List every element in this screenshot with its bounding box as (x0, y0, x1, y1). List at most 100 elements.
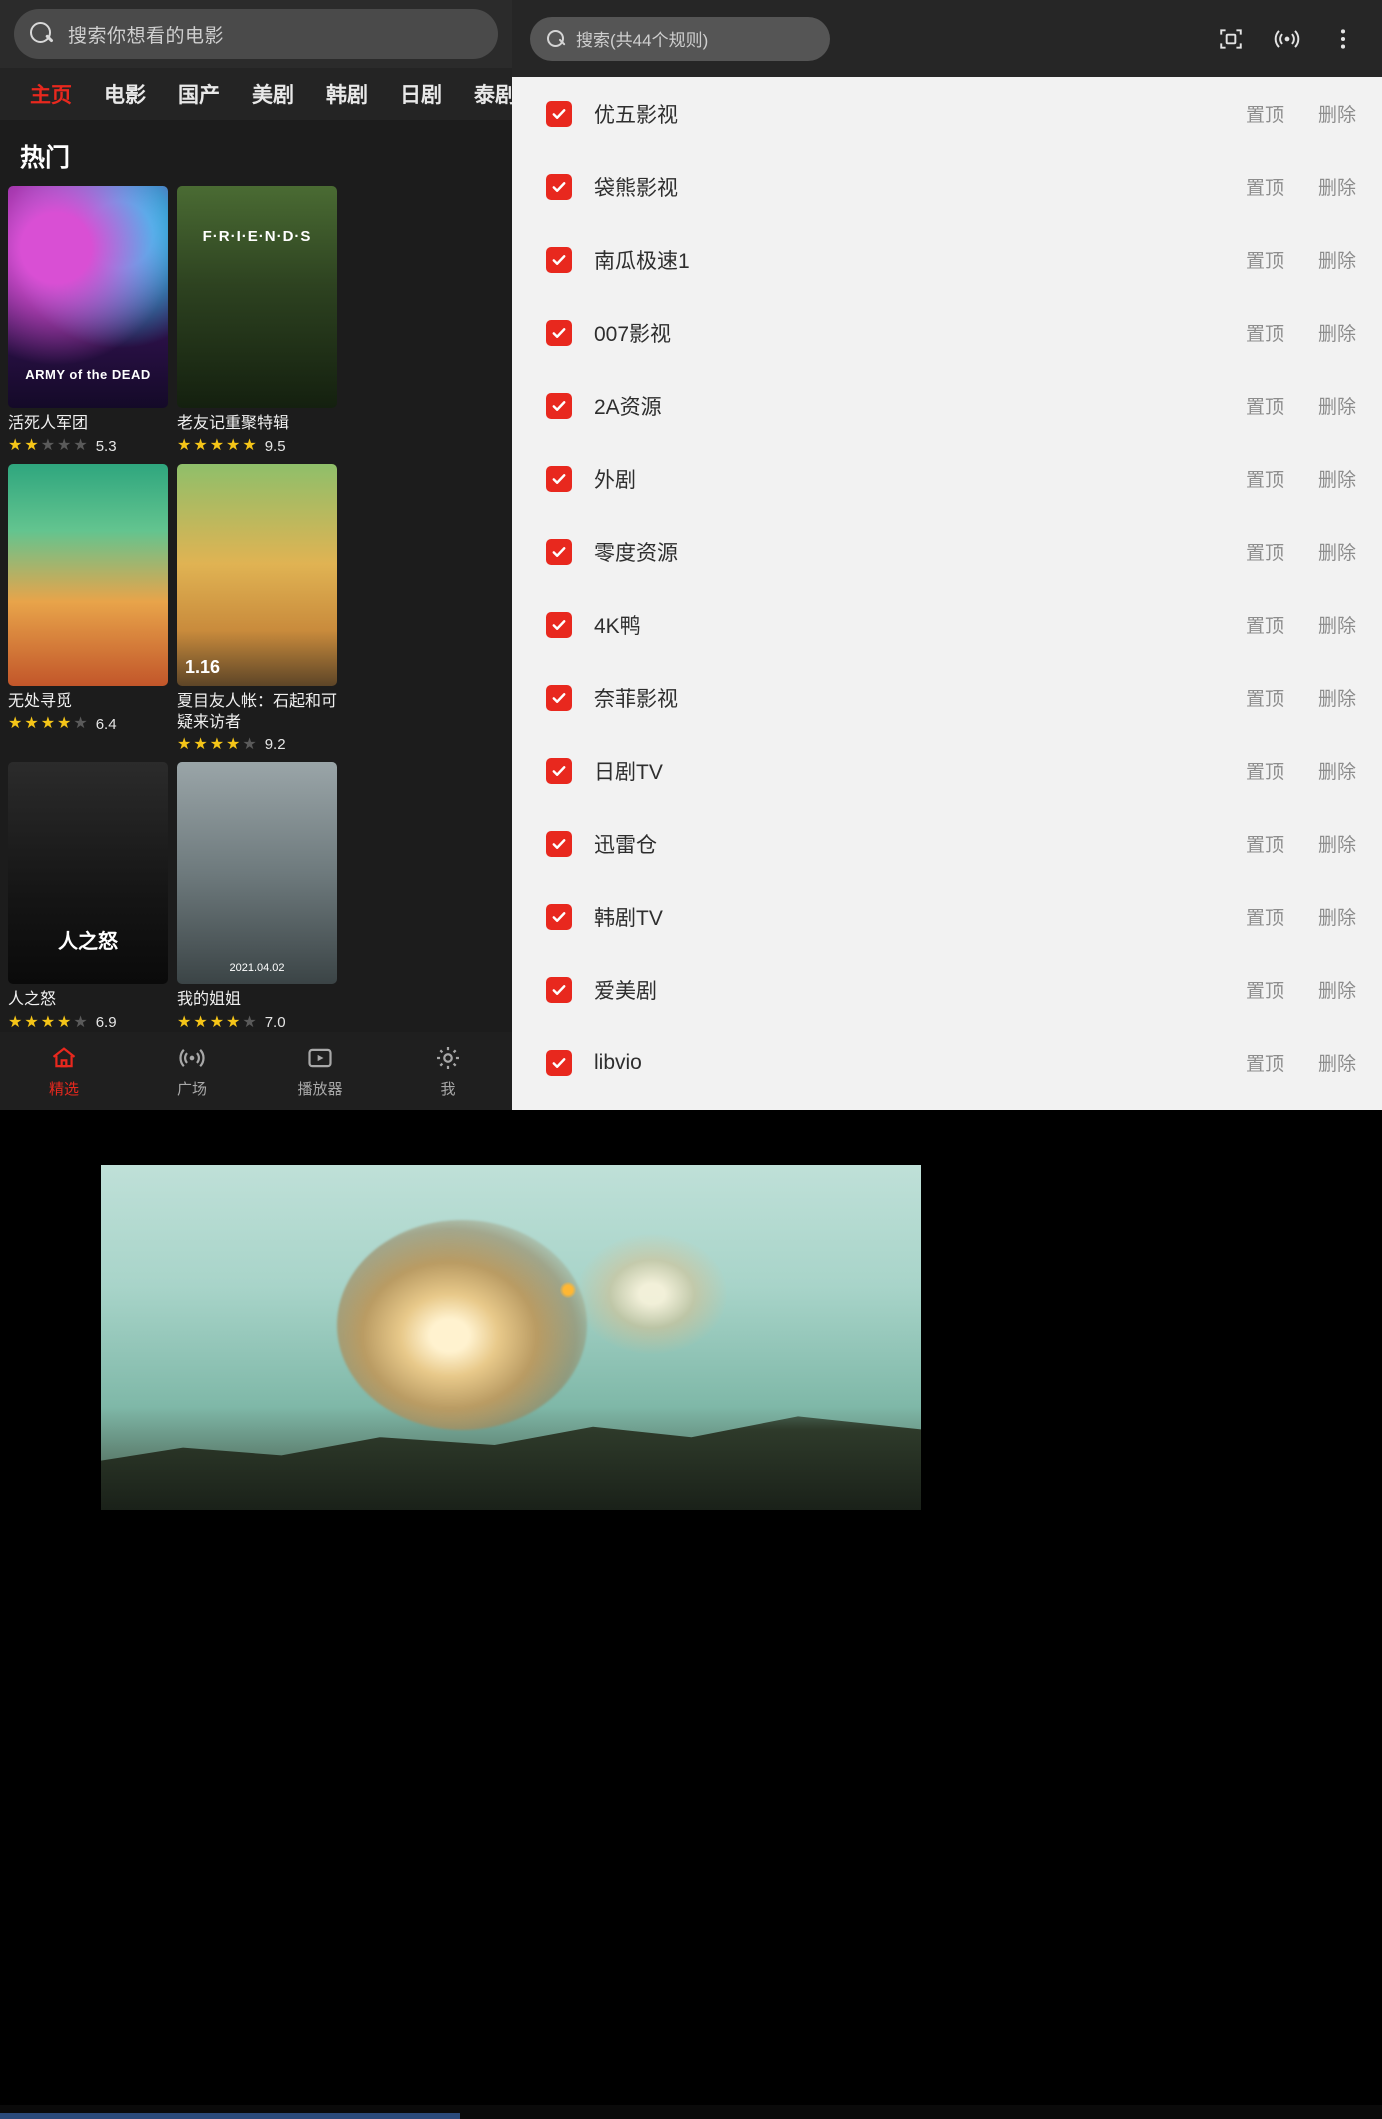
rule-checkbox[interactable] (546, 1050, 572, 1076)
rule-row-actions: 置顶 删除 (1246, 173, 1356, 200)
movie-card[interactable]: 活死人军团★★★★★5.3 (8, 186, 168, 455)
pin-to-top-button[interactable]: 置顶 (1246, 173, 1284, 200)
rule-search-input[interactable]: 搜索(共44个规则) (530, 17, 830, 61)
movie-poster[interactable] (8, 762, 168, 984)
tab-3[interactable]: 美剧 (236, 79, 310, 109)
nav-item-3[interactable]: 我 (384, 1043, 512, 1099)
nav-item-0[interactable]: 精选 (0, 1043, 128, 1099)
rule-row[interactable]: 奈菲影视置顶删除 (512, 661, 1382, 734)
rule-checkbox[interactable] (546, 174, 572, 200)
star-icon: ★ (57, 1015, 71, 1031)
rating-row: ★★★★★9.5 (177, 438, 337, 455)
video-player-area[interactable] (0, 1110, 1382, 2119)
rule-checkbox[interactable] (546, 904, 572, 930)
delete-button[interactable]: 删除 (1318, 903, 1356, 930)
movie-poster[interactable] (177, 186, 337, 408)
search-input[interactable]: 搜索你想看的电影 (14, 9, 498, 59)
delete-button[interactable]: 删除 (1318, 246, 1356, 273)
delete-button[interactable]: 删除 (1318, 173, 1356, 200)
rule-checkbox[interactable] (546, 685, 572, 711)
pin-to-top-button[interactable]: 置顶 (1246, 976, 1284, 1003)
delete-button[interactable]: 删除 (1318, 392, 1356, 419)
rule-checkbox[interactable] (546, 247, 572, 273)
nav-item-2[interactable]: 播放器 (256, 1043, 384, 1099)
pin-to-top-button[interactable]: 置顶 (1246, 684, 1284, 711)
rule-row[interactable]: 优五影视置顶删除 (512, 77, 1382, 150)
pin-to-top-button[interactable]: 置顶 (1246, 1049, 1284, 1076)
rule-row[interactable]: libvio置顶删除 (512, 1026, 1382, 1099)
pin-to-top-button[interactable]: 置顶 (1246, 392, 1284, 419)
movie-poster[interactable] (177, 464, 337, 686)
rule-row[interactable]: 袋熊影视置顶删除 (512, 150, 1382, 223)
rule-name: 韩剧TV (594, 902, 663, 932)
delete-button[interactable]: 删除 (1318, 538, 1356, 565)
rule-row[interactable]: 爱美剧置顶删除 (512, 953, 1382, 1026)
delete-button[interactable]: 删除 (1318, 465, 1356, 492)
movie-poster[interactable] (8, 464, 168, 686)
rule-checkbox[interactable] (546, 320, 572, 346)
pin-to-top-button[interactable]: 置顶 (1246, 246, 1284, 273)
search-icon (546, 29, 566, 49)
delete-button[interactable]: 删除 (1318, 100, 1356, 127)
delete-button[interactable]: 删除 (1318, 757, 1356, 784)
rule-checkbox[interactable] (546, 612, 572, 638)
pin-to-top-button[interactable]: 置顶 (1246, 757, 1284, 784)
rule-checkbox[interactable] (546, 758, 572, 784)
nav-item-1[interactable]: 广场 (128, 1043, 256, 1099)
rule-row[interactable]: 2A资源置顶删除 (512, 369, 1382, 442)
delete-button[interactable]: 删除 (1318, 684, 1356, 711)
delete-button[interactable]: 删除 (1318, 976, 1356, 1003)
star-icon: ★ (8, 716, 22, 732)
tab-5[interactable]: 日剧 (384, 79, 458, 109)
rule-row[interactable]: 日剧TV置顶删除 (512, 734, 1382, 807)
movie-card[interactable]: 无处寻觅★★★★★6.4 (8, 464, 168, 754)
movie-card[interactable]: 人之怒★★★★★6.9 (8, 762, 168, 1031)
delete-button[interactable]: 删除 (1318, 319, 1356, 346)
delete-button[interactable]: 删除 (1318, 1049, 1356, 1076)
more-vertical-icon[interactable] (1328, 24, 1358, 54)
rule-checkbox[interactable] (546, 539, 572, 565)
rating-score: 6.9 (96, 1014, 117, 1031)
panel-toolbar: 搜索(共44个规则) (512, 0, 1382, 77)
rule-checkbox[interactable] (546, 466, 572, 492)
movie-poster[interactable] (177, 762, 337, 984)
rule-checkbox[interactable] (546, 977, 572, 1003)
rule-row[interactable]: 007影视置顶删除 (512, 296, 1382, 369)
bottom-navigation-bar[interactable]: 精选广场播放器我 (0, 1032, 512, 1110)
tab-2[interactable]: 国产 (162, 79, 236, 109)
pin-to-top-button[interactable]: 置顶 (1246, 611, 1284, 638)
bottom-progress-bar[interactable] (0, 2113, 460, 2119)
tab-4[interactable]: 韩剧 (310, 79, 384, 109)
pin-to-top-button[interactable]: 置顶 (1246, 903, 1284, 930)
pin-to-top-button[interactable]: 置顶 (1246, 830, 1284, 857)
movie-poster[interactable] (8, 186, 168, 408)
movie-card[interactable]: 老友记重聚特辑★★★★★9.5 (177, 186, 337, 455)
rule-list[interactable]: 优五影视置顶删除袋熊影视置顶删除南瓜极速1置顶删除007影视置顶删除2A资源置顶… (512, 77, 1382, 1110)
category-tab-bar[interactable]: 主页电影国产美剧韩剧日剧泰剧动漫 (0, 68, 512, 120)
movie-title: 活死人军团 (8, 414, 168, 435)
broadcast-icon[interactable] (1272, 24, 1302, 54)
explosion-debris (577, 1234, 727, 1354)
tab-6[interactable]: 泰剧 (458, 79, 512, 109)
tab-0[interactable]: 主页 (14, 79, 88, 109)
rule-checkbox[interactable] (546, 393, 572, 419)
rule-row[interactable]: 迅雷仓置顶删除 (512, 807, 1382, 880)
rule-row[interactable]: 外剧置顶删除 (512, 442, 1382, 515)
delete-button[interactable]: 删除 (1318, 611, 1356, 638)
pin-to-top-button[interactable]: 置顶 (1246, 319, 1284, 346)
rule-row[interactable]: 南瓜极速1置顶删除 (512, 223, 1382, 296)
movie-card[interactable]: 我的姐姐★★★★★7.0 (177, 762, 337, 1031)
rule-checkbox[interactable] (546, 101, 572, 127)
video-frame[interactable] (101, 1165, 921, 1510)
scan-icon[interactable] (1216, 24, 1246, 54)
tab-1[interactable]: 电影 (88, 79, 162, 109)
rule-row[interactable]: 4K鸭置顶删除 (512, 588, 1382, 661)
rule-row[interactable]: 韩剧TV 置顶 删除 (512, 880, 1382, 953)
pin-to-top-button[interactable]: 置顶 (1246, 538, 1284, 565)
movie-card[interactable]: 夏目友人帐：石起和可疑来访者★★★★★9.2 (177, 464, 337, 754)
pin-to-top-button[interactable]: 置顶 (1246, 100, 1284, 127)
delete-button[interactable]: 删除 (1318, 830, 1356, 857)
rule-row[interactable]: 零度资源置顶删除 (512, 515, 1382, 588)
rule-checkbox[interactable] (546, 831, 572, 857)
pin-to-top-button[interactable]: 置顶 (1246, 465, 1284, 492)
